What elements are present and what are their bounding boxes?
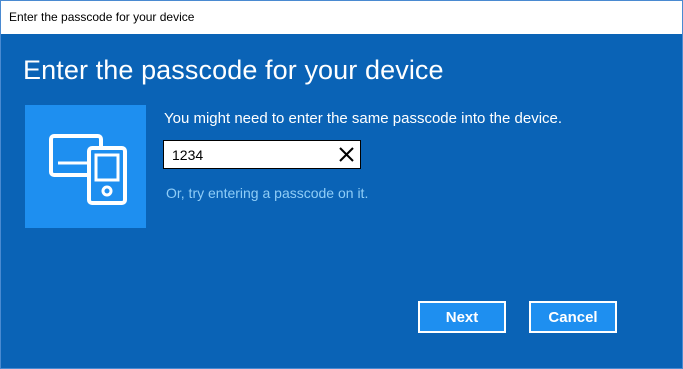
device-tile bbox=[25, 105, 146, 228]
next-button[interactable]: Next bbox=[418, 301, 506, 333]
page-title: Enter the passcode for your device bbox=[23, 55, 444, 85]
instructions-text: You might need to enter the same passcod… bbox=[164, 110, 563, 127]
cancel-button[interactable]: Cancel bbox=[529, 301, 617, 333]
alt-passcode-link[interactable]: Or, try entering a passcode on it. bbox=[166, 185, 368, 201]
close-icon[interactable] bbox=[337, 145, 356, 164]
title-bar: Enter the passcode for your device bbox=[1, 1, 682, 34]
devices-icon bbox=[49, 134, 127, 205]
window-title: Enter the passcode for your device bbox=[9, 10, 195, 24]
passcode-input[interactable] bbox=[172, 141, 322, 168]
pairing-dialog: Enter the passcode for your device Enter… bbox=[0, 0, 683, 369]
passcode-field[interactable] bbox=[163, 140, 361, 169]
